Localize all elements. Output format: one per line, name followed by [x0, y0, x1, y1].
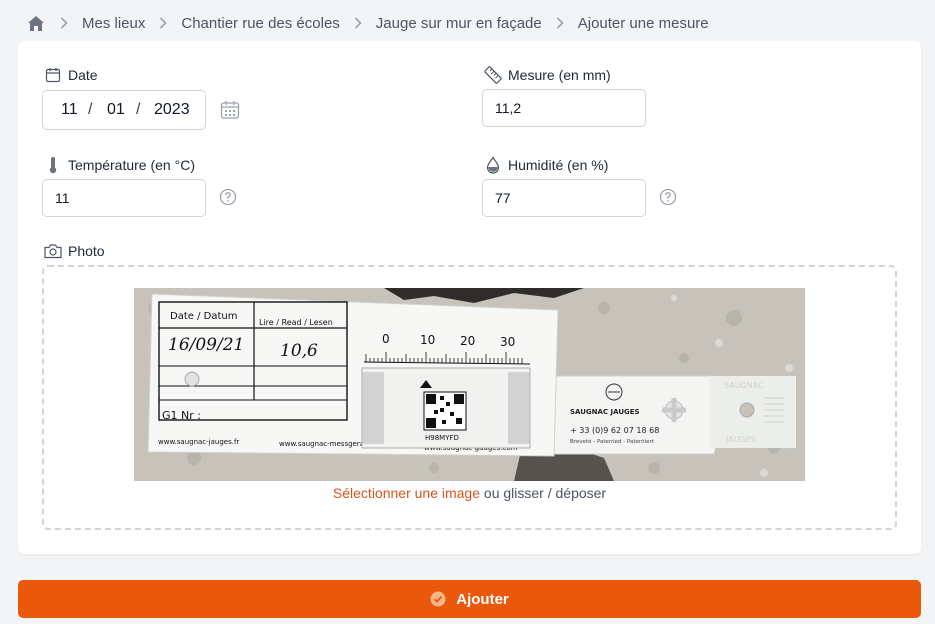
check-circle-icon: [430, 591, 446, 607]
breadcrumb-current: Ajouter une mesure: [577, 14, 709, 32]
svg-text:+ 33 (0)9 62 07 18 68: + 33 (0)9 62 07 18 68: [570, 426, 659, 435]
svg-text:H98MYFD: H98MYFD: [425, 434, 459, 442]
date-year[interactable]: 2023: [154, 101, 190, 119]
humidity-label: Humidité (en %): [484, 156, 608, 174]
drop-hint: ou glisser / déposer: [480, 485, 607, 501]
gauge-right-plate: SAUGNAC JAUGES + 33 (0)9 62 07 18 68 Bre…: [553, 375, 796, 455]
help-icon[interactable]: [659, 188, 677, 206]
svg-text:SAUGNAC JAUGES: SAUGNAC JAUGES: [570, 408, 640, 416]
photo-dropzone[interactable]: SAUGNAC JAUGES + 33 (0)9 62 07 18 68 Bre…: [42, 265, 897, 530]
breadcrumb-item-jauge[interactable]: Jauge sur mur en façade: [376, 15, 542, 32]
select-image-link[interactable]: Sélectionner une image: [333, 485, 480, 501]
droplet-icon: [484, 156, 502, 174]
add-button[interactable]: Ajouter: [18, 580, 921, 618]
svg-text:www.saugnac-jauges.fr: www.saugnac-jauges.fr: [158, 438, 239, 446]
calendar-picker-icon[interactable]: [219, 99, 241, 121]
calendar-icon: [44, 66, 62, 84]
uploaded-photo: SAUGNAC JAUGES + 33 (0)9 62 07 18 68 Bre…: [134, 288, 805, 481]
humidity-input[interactable]: 77: [482, 179, 646, 217]
breadcrumb-item-lieux[interactable]: Mes lieux: [82, 15, 145, 32]
svg-text:Lire / Read / Lesen: Lire / Read / Lesen: [259, 318, 333, 327]
date-label: Date: [44, 66, 98, 84]
svg-text:16/09/21: 16/09/21: [168, 335, 244, 355]
measure-form-card: Date 11 / 01 / 2023 Mesure (en mm) 11,2 …: [18, 41, 921, 554]
breadcrumb: Mes lieux Chantier rue des écoles Jauge …: [26, 12, 709, 34]
dropzone-text: Sélectionner une image ou glisser / dépo…: [44, 485, 895, 501]
date-separator: /: [136, 101, 141, 118]
date-separator: /: [88, 101, 93, 118]
date-field[interactable]: 11 / 01 / 2023: [42, 90, 206, 130]
camera-icon: [44, 242, 62, 260]
date-month[interactable]: 01: [107, 101, 125, 119]
help-icon[interactable]: [219, 188, 237, 206]
gauge-main-card: Date / Datum Lire / Read / Lesen 16/09/2…: [147, 293, 559, 457]
chevron-right-icon: [542, 17, 578, 29]
photo-label: Photo: [44, 242, 105, 260]
date-day[interactable]: 11: [61, 101, 78, 119]
svg-text:0: 0: [382, 332, 390, 346]
measure-input[interactable]: 11,2: [482, 89, 646, 127]
svg-text:30: 30: [500, 335, 515, 349]
svg-text:G1 Nr :: G1 Nr :: [162, 409, 201, 422]
breadcrumb-item-chantier[interactable]: Chantier rue des écoles: [181, 15, 339, 32]
ruler-icon: [484, 66, 502, 84]
svg-text:SAUGNAC: SAUGNAC: [724, 381, 764, 390]
home-icon[interactable]: [26, 13, 46, 33]
svg-text:10,6: 10,6: [280, 341, 318, 361]
chevron-right-icon: [46, 17, 82, 29]
svg-text:Breveté - Patented - Patentier: Breveté - Patented - Patentiert: [570, 438, 655, 445]
svg-text:JAUGES: JAUGES: [725, 435, 756, 444]
temperature-input[interactable]: 11: [42, 179, 206, 217]
thermometer-icon: [44, 156, 62, 174]
chevron-right-icon: [145, 17, 181, 29]
svg-text:20: 20: [460, 334, 475, 348]
chevron-right-icon: [340, 17, 376, 29]
svg-text:10: 10: [420, 333, 435, 347]
svg-text:Date / Datum: Date / Datum: [170, 311, 237, 322]
add-button-label: Ajouter: [456, 590, 509, 608]
temperature-label: Température (en °C): [44, 156, 195, 174]
measure-label: Mesure (en mm): [484, 66, 611, 84]
